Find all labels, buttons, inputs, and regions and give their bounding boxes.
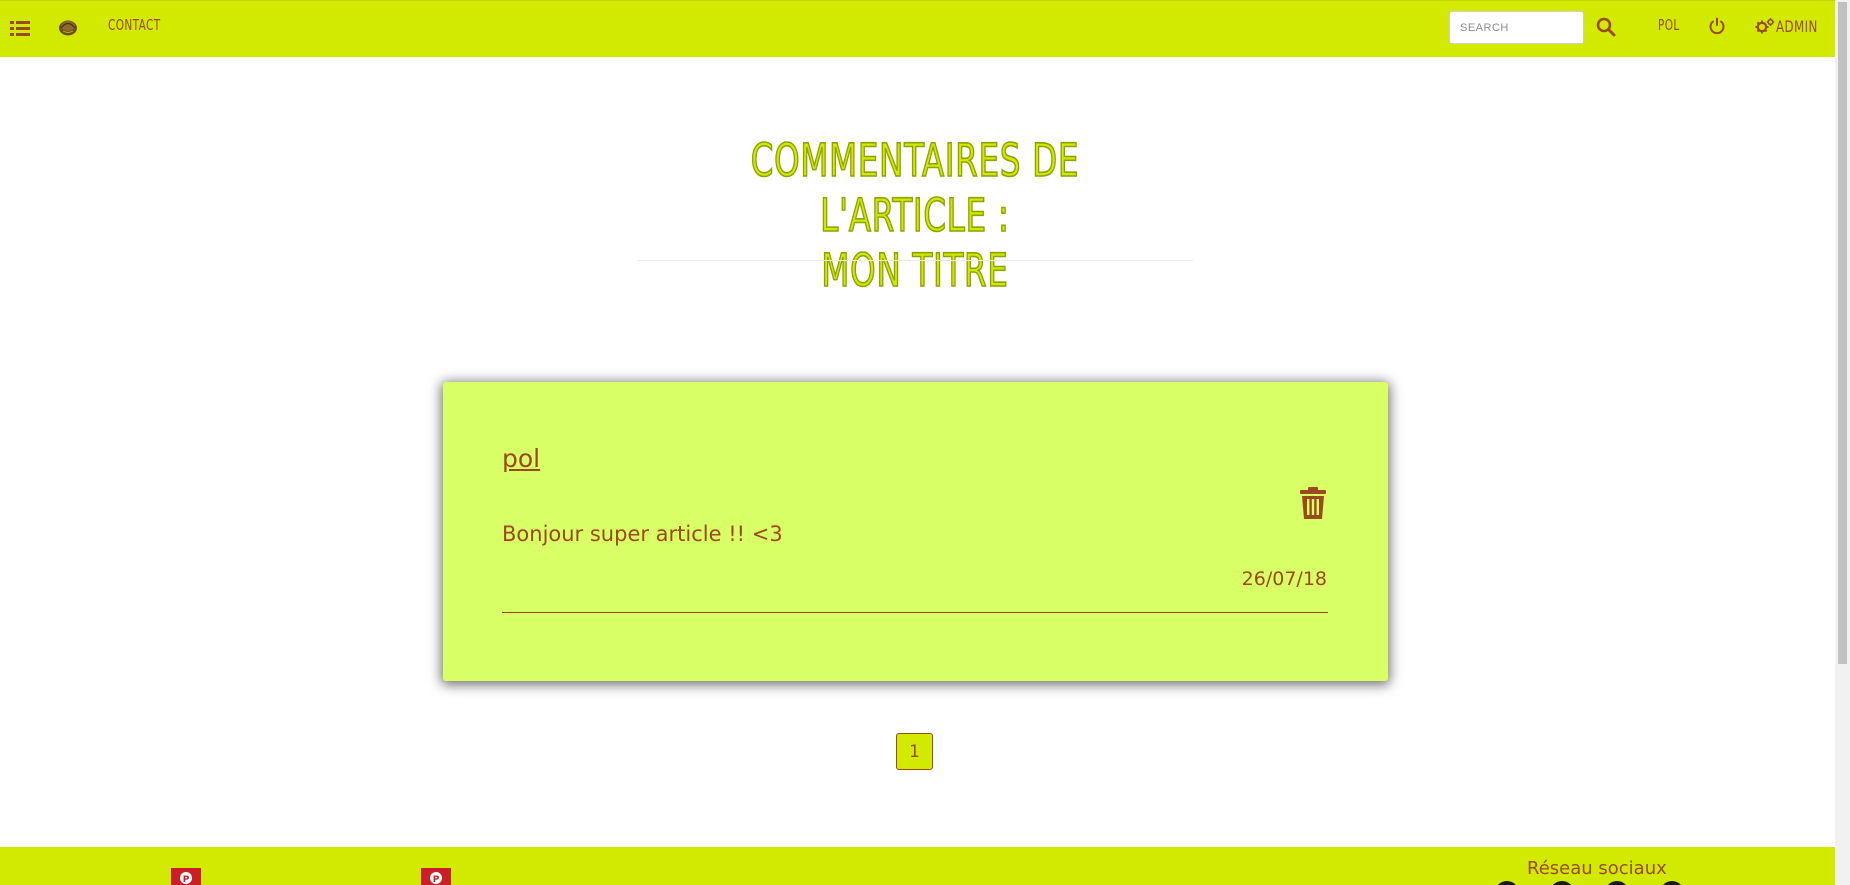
- top-navbar: Contact POL: [0, 0, 1835, 57]
- admin-link[interactable]: Admin: [1755, 16, 1827, 36]
- social-link-icon[interactable]: [1605, 881, 1629, 885]
- page-title: Commentaires de l'article : Mon titre: [687, 133, 1143, 298]
- pinterest-icon[interactable]: P: [421, 868, 451, 885]
- search-input[interactable]: [1449, 11, 1584, 44]
- social-link-icon[interactable]: [1550, 881, 1574, 885]
- scrollbar-thumb[interactable]: [1838, 2, 1847, 664]
- footer: P P Réseau sociaux: [0, 847, 1835, 885]
- trash-icon[interactable]: [1299, 486, 1327, 520]
- pagination-page-1[interactable]: 1: [896, 733, 933, 770]
- title-divider: [638, 260, 1193, 261]
- nav-user-link[interactable]: POL: [1658, 16, 1680, 34]
- comment-author-link[interactable]: pol: [502, 444, 540, 473]
- page-viewport: Contact POL: [0, 0, 1835, 885]
- pinterest-icon[interactable]: P: [171, 868, 201, 885]
- social-link-icon[interactable]: [1495, 881, 1519, 885]
- list-icon[interactable]: [9, 18, 31, 38]
- search-icon[interactable]: [1596, 17, 1616, 37]
- cogs-icon: [1755, 17, 1775, 35]
- page-title-line-2: Mon titre: [821, 243, 1009, 298]
- svg-text:P: P: [183, 875, 190, 885]
- chestnut-logo-icon[interactable]: [57, 16, 79, 38]
- comment-text: Bonjour super article !! <3: [502, 522, 783, 546]
- svg-text:P: P: [433, 875, 440, 885]
- comment-card: pol Bonjour super article !! <3 26/07/18: [443, 382, 1388, 681]
- nav-contact-link[interactable]: Contact: [108, 16, 161, 34]
- comment-divider: [502, 612, 1328, 613]
- footer-social-heading: Réseau sociaux: [1527, 858, 1667, 879]
- admin-label: Admin: [1776, 16, 1818, 36]
- social-link-icon[interactable]: [1660, 881, 1684, 885]
- page-title-line-1: Commentaires de l'article :: [750, 133, 1080, 243]
- comment-date: 26/07/18: [1241, 568, 1327, 590]
- power-icon[interactable]: [1708, 17, 1726, 35]
